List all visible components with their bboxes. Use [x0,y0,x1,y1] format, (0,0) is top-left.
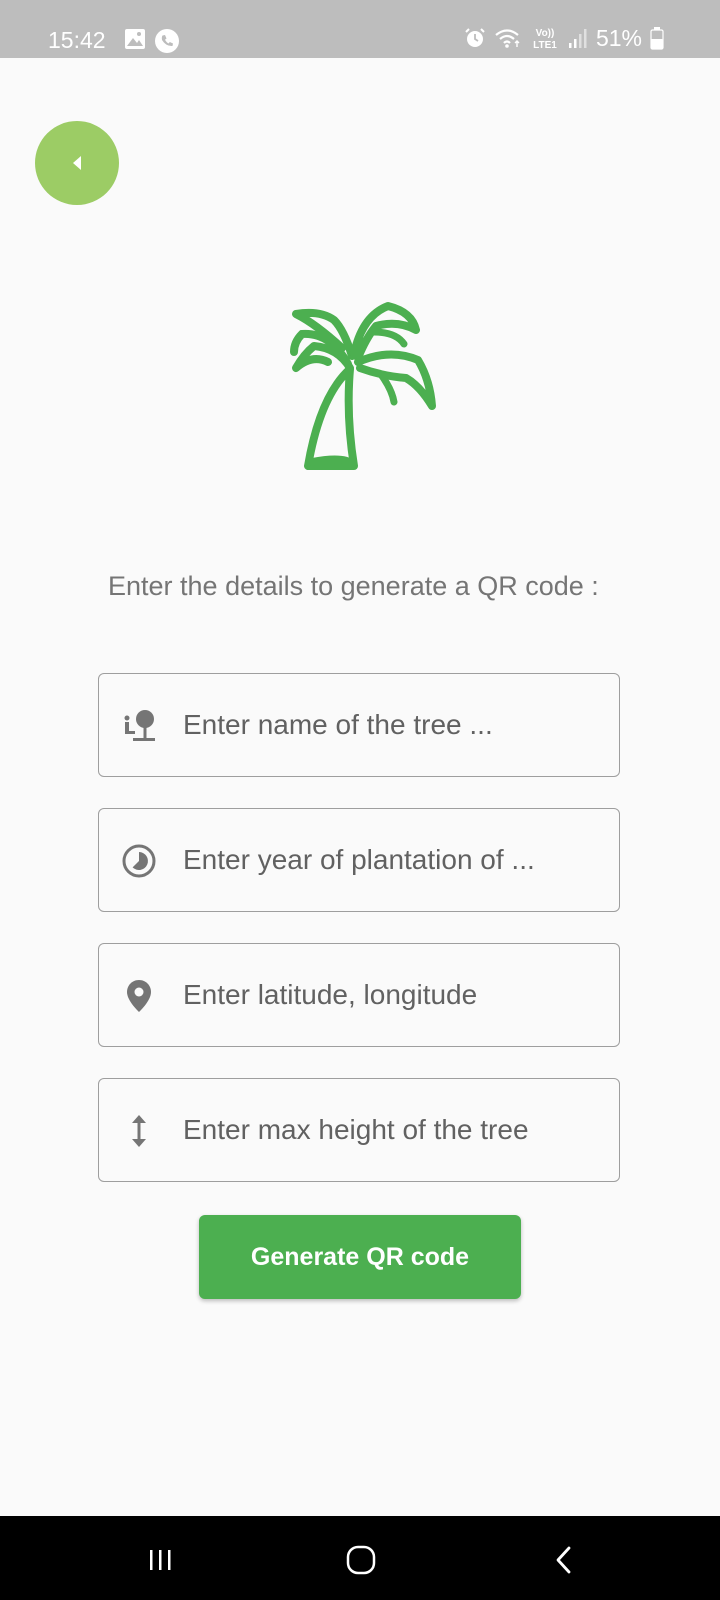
location-placeholder: Enter latitude, longitude [183,979,478,1010]
max-height-placeholder: Enter max height of the tree [183,1114,529,1145]
battery-percentage: 51% [595,25,642,51]
max-height-input[interactable]: Enter max height of the tree [98,1078,620,1182]
tree-name-input[interactable]: Enter name of the tree ... [98,673,620,777]
tree-person-icon [124,710,155,741]
form-instruction: Enter the details to generate a QR code … [108,571,599,601]
phone-call-icon [155,29,179,53]
recent-apps-icon[interactable] [140,1540,180,1580]
battery-icon [650,27,664,50]
alarm-icon [465,28,485,47]
status-bar: 15:42 Vo)) LTE1 51% [0,0,720,58]
generate-qr-button[interactable]: Generate QR code [199,1215,521,1299]
status-time: 15:42 [48,27,106,53]
home-icon[interactable] [341,1540,381,1580]
palm-tree-icon [290,302,436,470]
back-button[interactable] [35,121,119,205]
tree-name-placeholder: Enter name of the tree ... [183,709,493,740]
timelapse-icon [122,844,156,878]
wifi-icon [495,29,520,48]
navigation-bar [0,1516,720,1600]
vertical-arrows-icon [132,1115,146,1147]
plantation-year-input[interactable]: Enter year of plantation of ... [98,808,620,912]
volte-lte-icon: Vo)) LTE1 [533,28,557,51]
back-triangle-icon [73,156,81,170]
status-left-icons [124,28,180,54]
signal-icon [568,29,587,48]
image-icon [125,29,145,49]
svg-text:LTE1: LTE1 [533,40,557,51]
location-pin-icon [127,980,151,1012]
location-input[interactable]: Enter latitude, longitude [98,943,620,1047]
status-right-icons: Vo)) LTE1 51% [464,24,664,52]
back-icon[interactable] [544,1540,584,1580]
svg-text:Vo)): Vo)) [536,28,555,39]
plantation-year-placeholder: Enter year of plantation of ... [183,844,535,875]
